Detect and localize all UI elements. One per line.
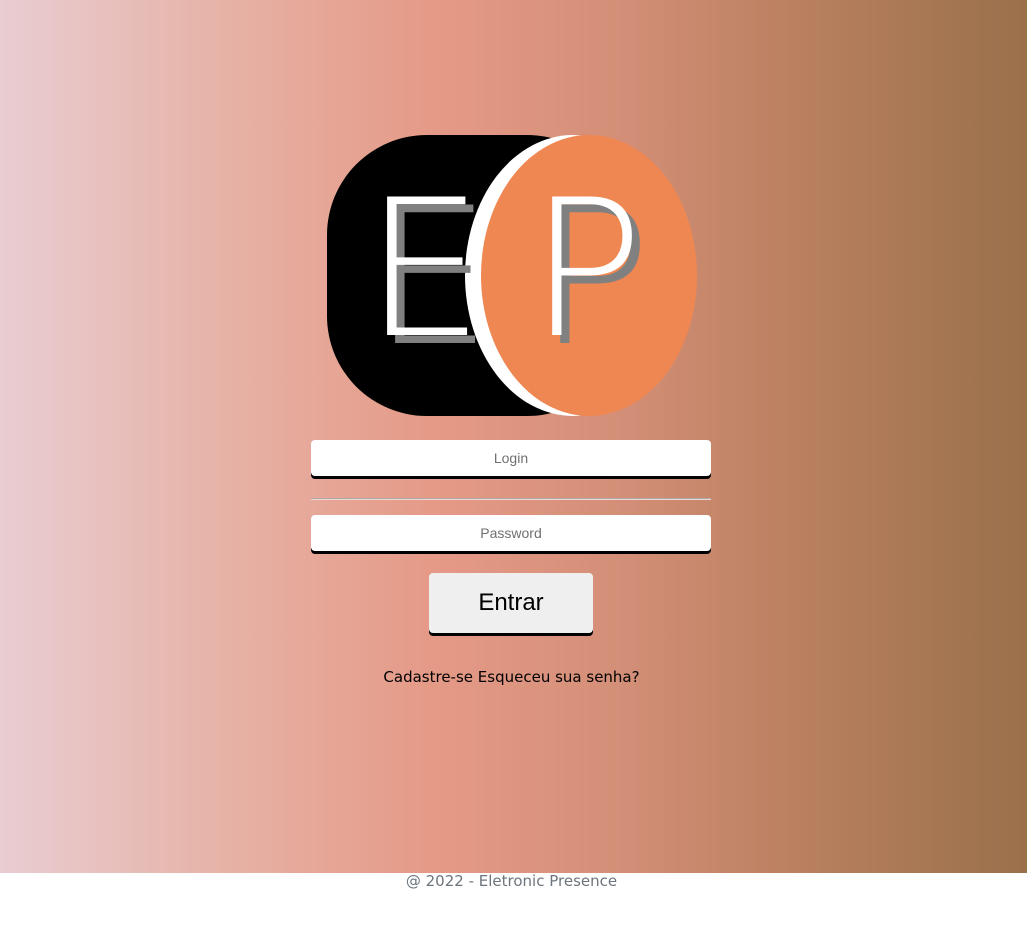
register-link[interactable]: Cadastre-se	[383, 668, 473, 686]
auth-links: Cadastre-se Esqueceu sua senha?	[0, 668, 1023, 686]
enter-button[interactable]: Entrar	[429, 573, 593, 633]
login-input[interactable]	[311, 440, 711, 476]
logo-letter-p: P	[529, 159, 644, 380]
footer-copyright: @ 2022 - Eletronic Presence	[405, 872, 618, 890]
form-divider	[311, 498, 711, 500]
logo-letter-e: E	[364, 159, 484, 380]
forgot-password-link[interactable]: Esqueceu sua senha?	[478, 668, 640, 686]
login-page: E E P P Entrar Cadastre-se Esqueceu sua …	[0, 0, 1027, 945]
ep-logo: E E P P	[327, 135, 697, 416]
hero-background: E E P P Entrar Cadastre-se Esqueceu sua …	[0, 0, 1027, 873]
password-input[interactable]	[311, 515, 711, 551]
